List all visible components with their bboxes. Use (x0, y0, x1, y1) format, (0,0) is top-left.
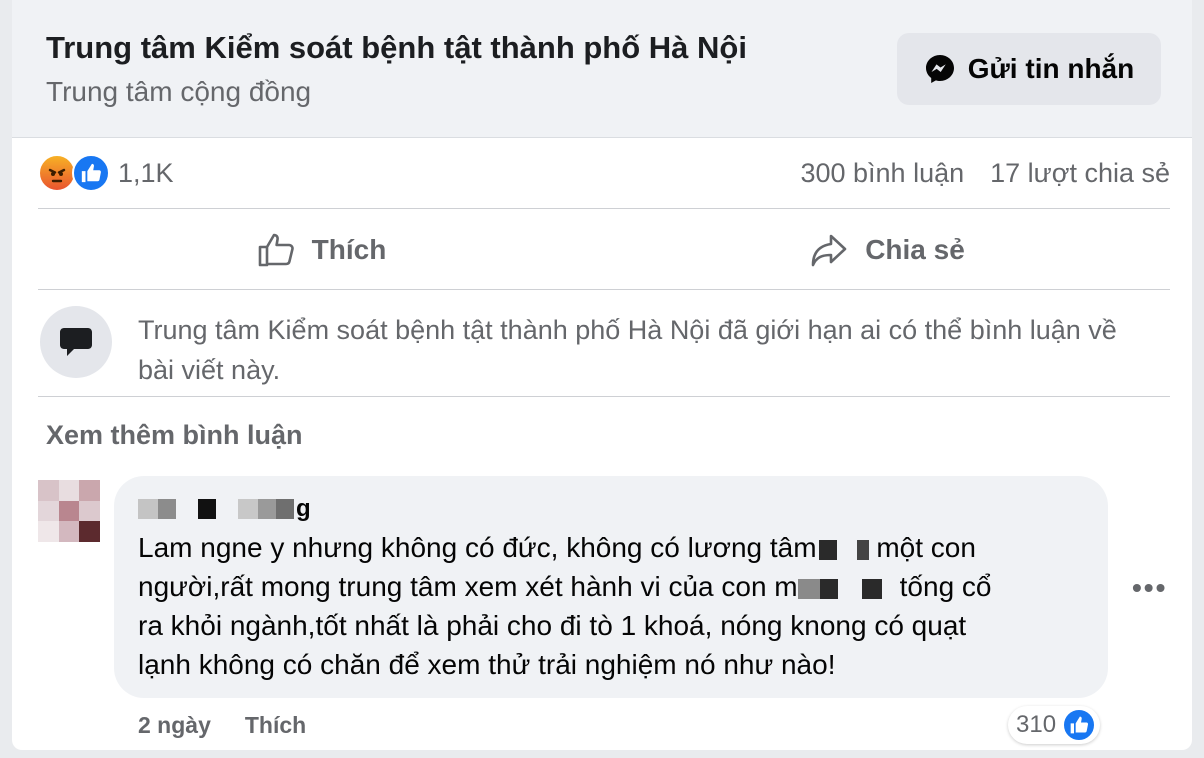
comment-like-count: 310 (1016, 711, 1057, 738)
post-card: Trung tâm Kiểm soát bệnh tật thành phố H… (12, 0, 1192, 750)
comment-like-button[interactable]: Thích (245, 712, 306, 739)
pixelated-text (818, 539, 837, 560)
post-actions: Thích Chia sẻ (38, 212, 1170, 288)
send-message-label: Gửi tin nhắn (967, 53, 1135, 84)
angry-icon (38, 154, 76, 192)
share-button[interactable]: Chia sẻ (604, 212, 1170, 288)
divider (38, 208, 1170, 209)
commenter-name-visible: g (296, 495, 311, 522)
page-header: Trung tâm Kiểm soát bệnh tật thành phố H… (12, 0, 1192, 138)
page-category: Trung tâm cộng đồng (46, 76, 312, 107)
comment-reactions[interactable]: 310 (1008, 706, 1101, 744)
divider (38, 396, 1170, 397)
comment-meta: 2 ngày Thích (138, 712, 306, 739)
reactions-summary[interactable]: 1,1K (38, 154, 174, 192)
speech-bubble-icon (40, 306, 112, 378)
pixelated-text (797, 578, 820, 599)
page-title[interactable]: Trung tâm Kiểm soát bệnh tật thành phố H… (46, 30, 747, 66)
post-stats: 1,1K 300 bình luận 17 lượt chia sẻ (38, 150, 1170, 198)
commenter-name[interactable]: g (138, 495, 311, 522)
comment-restriction-notice: Trung tâm Kiểm soát bệnh tật thành phố H… (40, 306, 1170, 386)
like-button[interactable]: Thích (38, 212, 604, 288)
like-label: Thích (311, 234, 387, 265)
notice-text: Trung tâm Kiểm soát bệnh tật thành phố H… (138, 315, 1117, 385)
see-more-comments-link[interactable]: Xem thêm bình luận (46, 420, 303, 451)
divider (38, 289, 1170, 290)
thumbs-up-icon (258, 233, 294, 267)
share-label: Chia sẻ (865, 234, 965, 265)
comment-timestamp[interactable]: 2 ngày (138, 712, 211, 739)
avatar[interactable] (38, 480, 100, 542)
like-icon (1062, 708, 1097, 742)
share-icon (811, 234, 847, 267)
send-message-button[interactable]: Gửi tin nhắn (897, 33, 1161, 105)
more-options-icon[interactable]: ••• (1132, 572, 1167, 604)
share-count[interactable]: 17 lượt chia sẻ (990, 158, 1170, 189)
comment-count[interactable]: 300 bình luận (800, 158, 964, 189)
comment-text: Lam ngne y nhưng không có đức, không có … (138, 532, 992, 680)
like-icon (72, 154, 110, 192)
reaction-count: 1,1K (118, 157, 174, 188)
messenger-icon (925, 55, 954, 83)
comment-bubble: g Lam ngne y nhưng không có đức, không c… (114, 476, 1108, 698)
